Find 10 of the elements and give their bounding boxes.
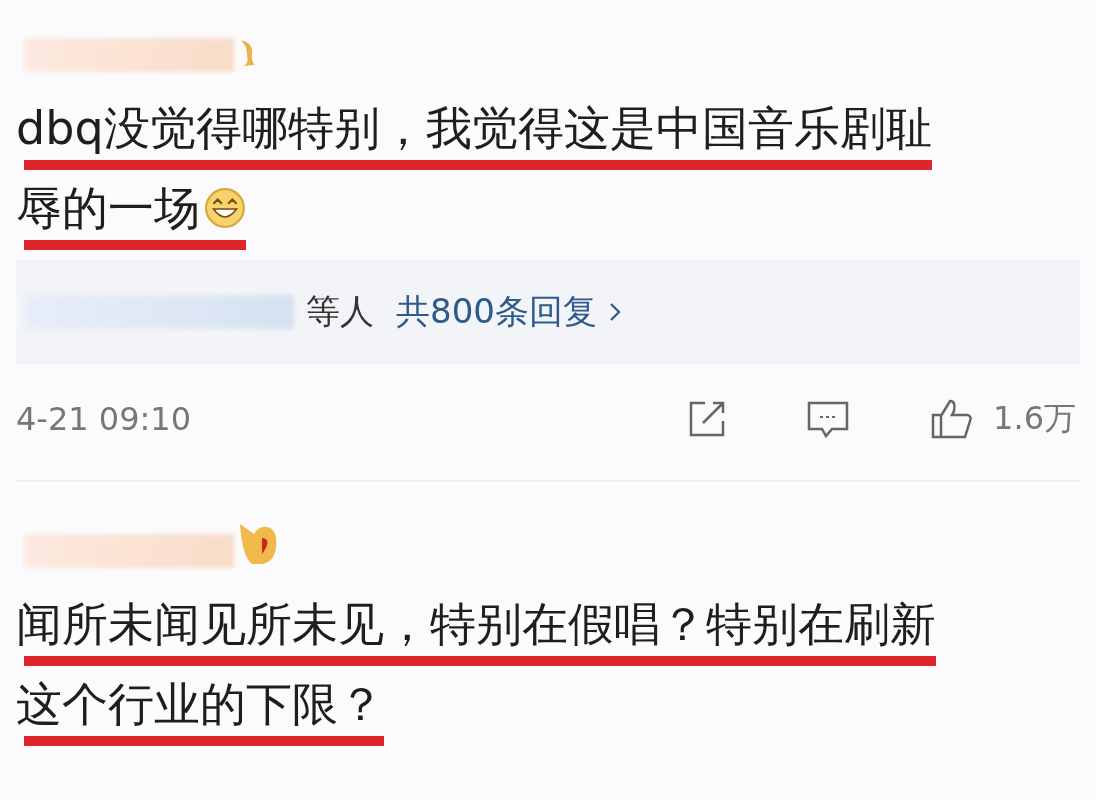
grin-emoji-icon	[204, 187, 246, 229]
chevron-right-icon[interactable]	[608, 302, 621, 322]
view-replies-link[interactable]: 共800条回复	[396, 289, 597, 335]
comment-text: 闻所未闻见所未见，特别在假唱？特别在刷新	[16, 596, 936, 653]
like-count: 1.6万	[993, 398, 1076, 439]
reply-users-label: 等人	[306, 290, 374, 333]
comment-text: dbq没觉得哪特别，我觉得这是中国音乐剧耻	[16, 100, 932, 157]
comment-time: 4-21 09:10	[16, 400, 191, 438]
comment-text: 辱的一场	[16, 180, 200, 237]
comment-text: 这个行业的下限？	[16, 676, 384, 733]
